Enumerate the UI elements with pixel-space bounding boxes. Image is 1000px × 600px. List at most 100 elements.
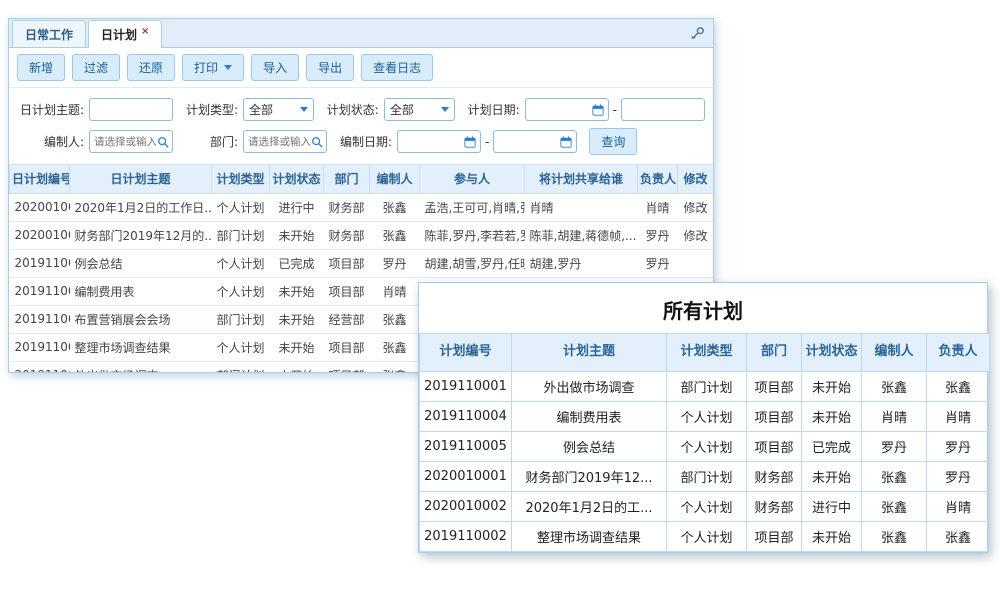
tab-daily-work-label: 日常工作	[25, 28, 73, 42]
table-row[interactable]: 2019110002整理市场调查结果个人计划项目部未开始张鑫张鑫	[420, 522, 990, 552]
compile-date-end-field[interactable]	[493, 130, 577, 153]
print-button-label: 打印	[194, 59, 218, 76]
table-cell: 例会总结	[512, 432, 667, 462]
table-cell[interactable]: 2020年1月2日的工作日...	[70, 193, 212, 221]
table-row[interactable]: 20200100022020年1月2日的工...个人计划财务部进行中张鑫肖晴	[420, 492, 990, 522]
all-plans-window: 所有计划 计划编号计划主题计划类型部门计划状态编制人负责人 2019110001…	[418, 282, 988, 553]
plan-date-end-field[interactable]	[621, 98, 705, 121]
table-cell[interactable]: 2019110003	[10, 305, 70, 333]
subject-input[interactable]	[89, 98, 173, 121]
table-cell[interactable]: 2020010002	[10, 193, 70, 221]
table-cell: 未开始	[802, 402, 862, 432]
table-cell: 进行中	[802, 492, 862, 522]
table-cell[interactable]: 财务部门2019年12月的...	[70, 221, 212, 249]
column-header[interactable]: 编制人	[862, 334, 927, 372]
table-cell[interactable]: 布置营销展会会场	[70, 305, 212, 333]
table-cell[interactable]: 2019110005	[10, 249, 70, 277]
table-cell[interactable]: 2019110004	[10, 277, 70, 305]
chevron-down-icon	[300, 107, 308, 112]
plan-date-start-input[interactable]	[530, 99, 592, 120]
column-header[interactable]: 日计划编号	[10, 165, 70, 193]
dept-search-field[interactable]	[243, 130, 327, 153]
type-select[interactable]: 全部	[243, 98, 314, 121]
status-select-value: 全部	[390, 101, 414, 118]
table-cell: 肖晴	[525, 193, 638, 221]
calendar-icon[interactable]	[592, 104, 604, 116]
column-header[interactable]: 负责人	[927, 334, 990, 372]
column-header[interactable]: 计划状态	[270, 165, 324, 193]
table-row[interactable]: 2019110001外出做市场调查部门计划项目部未开始张鑫张鑫	[420, 372, 990, 402]
table-cell[interactable]: 修改	[678, 193, 714, 221]
table-cell[interactable]: 2020010001	[10, 221, 70, 249]
column-header[interactable]: 参与人	[420, 165, 525, 193]
column-header[interactable]: 计划状态	[802, 334, 862, 372]
table-cell: 张鑫	[370, 305, 420, 333]
table-cell: 已完成	[270, 249, 324, 277]
table-cell: 2020010002	[420, 492, 512, 522]
view-log-button[interactable]: 查看日志	[361, 54, 433, 81]
column-header[interactable]: 部门	[747, 334, 802, 372]
column-header[interactable]: 将计划共享给谁	[525, 165, 638, 193]
table-cell[interactable]: 整理市场调查结果	[70, 333, 212, 361]
table-row[interactable]: 20200100022020年1月2日的工作日...个人计划进行中财务部张鑫孟浩…	[10, 193, 714, 221]
column-header[interactable]: 编制人	[370, 165, 420, 193]
calendar-icon[interactable]	[464, 136, 476, 148]
column-header[interactable]: 修改	[678, 165, 714, 193]
compiler-label: 编制人:	[17, 133, 89, 150]
column-header[interactable]: 计划主题	[512, 334, 667, 372]
table-cell[interactable]: 罗丹	[638, 221, 678, 249]
plan-date-end-input[interactable]	[626, 99, 700, 120]
table-cell: 未开始	[270, 361, 324, 373]
table-cell[interactable]: 外出做市场调查	[70, 361, 212, 373]
table-cell[interactable]: 2019110001	[10, 361, 70, 373]
key-icon[interactable]	[690, 26, 705, 44]
tab-daily-plan-label: 日计划	[101, 28, 137, 42]
add-button[interactable]: 新增	[17, 54, 65, 81]
column-header[interactable]: 日计划主题	[70, 165, 212, 193]
table-row[interactable]: 2019110004编制费用表个人计划项目部未开始肖晴肖晴	[420, 402, 990, 432]
table-row[interactable]: 2019110005例会总结个人计划已完成项目部罗丹胡建,胡雪,罗丹,任晓...…	[10, 249, 714, 277]
compile-date-start-input[interactable]	[402, 131, 464, 152]
table-body: 2019110001外出做市场调查部门计划项目部未开始张鑫张鑫201911000…	[420, 372, 990, 552]
import-button[interactable]: 导入	[251, 54, 299, 81]
table-cell[interactable]: 罗丹	[638, 249, 678, 277]
column-header[interactable]: 部门	[324, 165, 370, 193]
column-header[interactable]: 计划类型	[667, 334, 747, 372]
column-header[interactable]: 计划编号	[420, 334, 512, 372]
table-row[interactable]: 2020010001财务部门2019年12月的...部门计划未开始财务部张鑫陈菲…	[10, 221, 714, 249]
table-cell: 个人计划	[212, 249, 270, 277]
table-cell[interactable]: 编制费用表	[70, 277, 212, 305]
table-cell: 胡建,罗丹	[525, 249, 638, 277]
table-cell: 肖晴	[370, 277, 420, 305]
compiler-search-field[interactable]	[89, 130, 173, 153]
table-cell[interactable]: 例会总结	[70, 249, 212, 277]
table-cell: 项目部	[324, 333, 370, 361]
status-select[interactable]: 全部	[384, 98, 455, 121]
tab-daily-work[interactable]: 日常工作	[12, 20, 86, 47]
tab-daily-plan[interactable]: 日计划 ×	[88, 20, 162, 48]
compile-date-end-input[interactable]	[498, 131, 560, 152]
search-icon[interactable]	[157, 136, 169, 148]
print-button[interactable]: 打印	[182, 54, 244, 81]
table-cell: 经营部	[324, 305, 370, 333]
filter-button[interactable]: 过滤	[72, 54, 120, 81]
query-button[interactable]: 查询	[589, 128, 637, 155]
table-cell: 个人计划	[667, 402, 747, 432]
column-header[interactable]: 负责人	[638, 165, 678, 193]
search-icon[interactable]	[311, 136, 323, 148]
export-button[interactable]: 导出	[306, 54, 354, 81]
table-cell: 财务部	[747, 492, 802, 522]
table-cell[interactable]: 2019110002	[10, 333, 70, 361]
column-header[interactable]: 计划类型	[212, 165, 270, 193]
close-icon[interactable]: ×	[141, 26, 149, 37]
restore-button[interactable]: 还原	[127, 54, 175, 81]
table-cell: 部门计划	[667, 462, 747, 492]
table-row[interactable]: 2019110005例会总结个人计划项目部已完成罗丹罗丹	[420, 432, 990, 462]
table-cell[interactable]: 肖晴	[638, 193, 678, 221]
calendar-icon[interactable]	[560, 136, 572, 148]
table-cell[interactable]: 修改	[678, 221, 714, 249]
table-cell: 未开始	[270, 277, 324, 305]
compile-date-start-field[interactable]	[397, 130, 481, 153]
plan-date-start-field[interactable]	[525, 98, 609, 121]
table-row[interactable]: 2020010001财务部门2019年12...部门计划财务部未开始张鑫罗丹	[420, 462, 990, 492]
